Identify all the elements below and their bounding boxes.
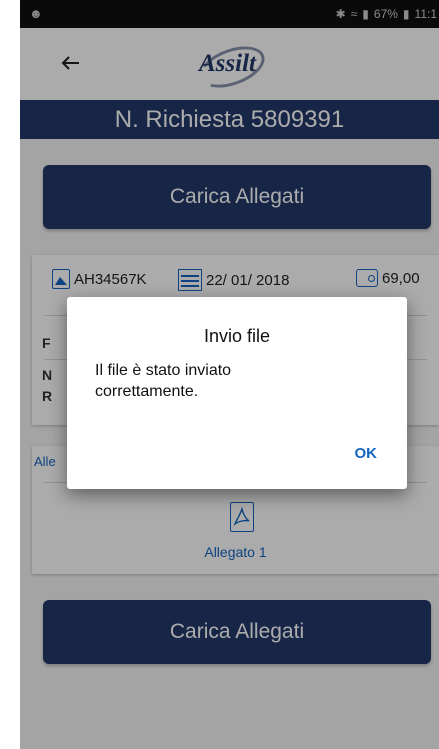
ok-button[interactable]: OK	[355, 445, 378, 462]
dialog-message: Il file è stato inviato correttamente.	[95, 362, 232, 400]
dialog-title: Invio file	[203, 326, 271, 346]
app-screen: ☻ ✱ ≈ ▮ 67% ▮ 11:1 Assilt N. Richiesta 5…	[20, 0, 439, 749]
send-file-dialog: Invio file Il file è stato inviato corre…	[67, 297, 407, 489]
